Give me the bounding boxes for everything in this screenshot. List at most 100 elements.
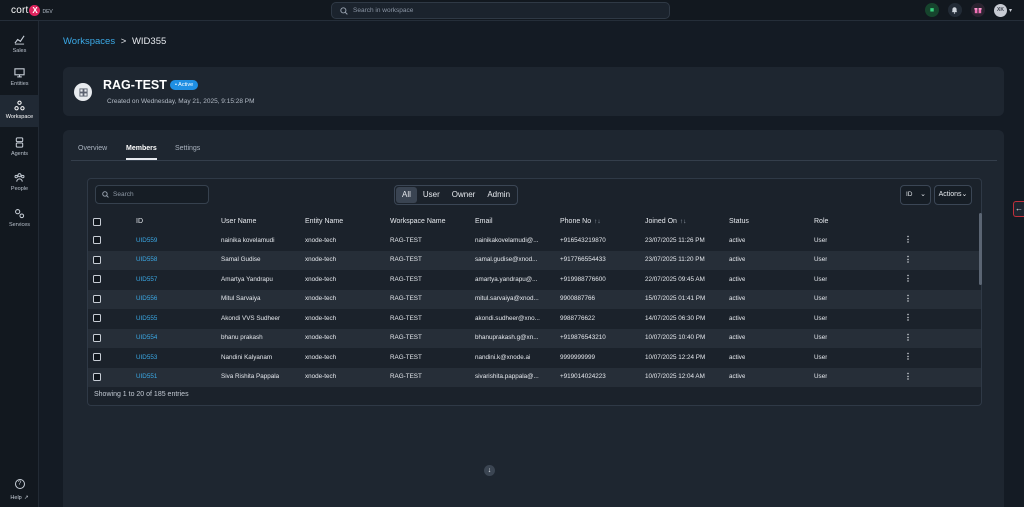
cell-email: bhanuprakash.g@xn...	[475, 334, 539, 341]
column-header-role[interactable]: Role	[814, 218, 828, 225]
cell-id[interactable]: UID557	[136, 276, 157, 283]
global-search-input[interactable]: Search in workspace	[331, 2, 670, 19]
table-row[interactable]: UID557 Amartya Yandrapu xnode-tech RAG-TEST…	[88, 270, 981, 290]
cell-id[interactable]: UID554	[136, 334, 157, 341]
column-header-entity-name[interactable]: Entity Name	[305, 218, 343, 225]
search-placeholder: Search in workspace	[353, 7, 414, 14]
people-icon	[14, 173, 25, 182]
cell-workspace-name: RAG-TEST	[390, 295, 422, 302]
tab-settings[interactable]: Settings	[175, 145, 200, 158]
cell-role: User	[814, 334, 828, 341]
cell-email: samal.gudise@xnod...	[475, 256, 538, 263]
row-menu-icon[interactable]: ⋮	[904, 294, 912, 303]
filter-admin[interactable]: Admin	[481, 187, 516, 203]
table-row[interactable]: UID558 Samal Gudise xnode-tech RAG-TEST sama…	[88, 250, 981, 270]
breadcrumb-workspaces-link[interactable]: Workspaces	[63, 36, 115, 47]
status-icon[interactable]: ■	[924, 3, 939, 17]
table-row[interactable]: UID556 Mitul Sarvaiya xnode-tech RAG-TEST mi…	[88, 289, 981, 309]
cell-entity-name: xnode-tech	[305, 295, 337, 302]
column-header-phone[interactable]: Phone No ↑↓	[560, 218, 601, 225]
row-checkbox[interactable]	[93, 236, 101, 244]
gift-icon[interactable]	[970, 3, 985, 17]
tab-members[interactable]: Members	[126, 145, 157, 160]
filter-owner[interactable]: Owner	[446, 187, 482, 203]
row-menu-icon[interactable]: ⋮	[904, 313, 912, 322]
scroll-down-button[interactable]: ↓	[484, 465, 495, 476]
row-menu-icon[interactable]: ⋮	[904, 333, 912, 342]
cell-id[interactable]: UID551	[136, 373, 157, 380]
table-row[interactable]: UID553 Nandini Kalyanam xnode-tech RAG-TEST…	[88, 348, 981, 368]
cell-joined-on: 22/07/2025 09:45 AM	[645, 275, 705, 283]
sidebar-item-services[interactable]: Services	[0, 203, 39, 235]
chevron-down-icon: ⌄	[961, 191, 968, 198]
column-header-workspace-name[interactable]: Workspace Name	[390, 218, 446, 225]
row-menu-icon[interactable]: ⋮	[904, 255, 912, 264]
sidebar-item-workspace[interactable]: Workspace	[0, 95, 39, 127]
cell-workspace-name: RAG-TEST	[390, 353, 422, 361]
breadcrumb: Workspaces > WID355	[63, 36, 166, 47]
cell-email: akondi.sudheer@xno...	[475, 314, 540, 322]
sort-icon[interactable]: ↑↓	[680, 218, 687, 225]
row-checkbox[interactable]	[93, 353, 101, 361]
row-checkbox[interactable]	[93, 333, 101, 342]
table-row[interactable]: UID555 Akondi VVS Sudheer xnode-tech RAG-TE…	[88, 309, 981, 329]
cell-phone: 9988776622	[560, 314, 596, 322]
actions-label: Actions	[938, 191, 962, 198]
cell-user-name: Samal Gudise	[221, 256, 261, 263]
scrollbar[interactable]	[979, 213, 982, 285]
row-menu-icon[interactable]: ⋮	[904, 352, 912, 361]
column-header-joined-on[interactable]: Joined On ↑↓	[645, 218, 686, 225]
table-row[interactable]: UID551 Siva Rishita Pappala xnode-tech RAG-…	[88, 367, 981, 387]
app-logo[interactable]: cort X DEV	[11, 4, 53, 16]
cell-workspace-name: RAG-TEST	[390, 275, 422, 283]
sidebar-item-people[interactable]: People	[0, 167, 39, 199]
column-header-email[interactable]: Email	[475, 218, 493, 225]
column-header-id[interactable]: ID	[136, 218, 143, 225]
help-link[interactable]: ? Help ↗	[0, 479, 39, 501]
cell-id[interactable]: UID558	[136, 256, 157, 263]
row-checkbox[interactable]	[93, 275, 101, 283]
column-header-user-name[interactable]: User Name	[221, 218, 256, 225]
cell-role: User	[814, 236, 828, 244]
cell-workspace-name: RAG-TEST	[390, 256, 422, 263]
sidebar-item-agents[interactable]: Agents	[0, 132, 39, 164]
cell-id[interactable]: UID556	[136, 295, 157, 302]
row-menu-icon[interactable]: ⋮	[904, 235, 912, 244]
sidebar-item-label: Services	[8, 222, 31, 228]
sidebar-item-sales[interactable]: Sales	[0, 29, 39, 61]
sidebar-item-entities[interactable]: Entities	[0, 62, 39, 94]
tab-overview[interactable]: Overview	[78, 145, 107, 158]
cell-entity-name: xnode-tech	[305, 236, 337, 244]
row-checkbox[interactable]	[93, 372, 101, 381]
row-checkbox[interactable]	[93, 294, 101, 303]
cell-joined-on: 10/07/2025 12:24 PM	[645, 353, 706, 361]
row-menu-icon[interactable]: ⋮	[904, 372, 912, 381]
row-checkbox[interactable]	[93, 255, 101, 264]
sidebar-item-label: People	[10, 186, 29, 192]
cell-id[interactable]: UID559	[136, 237, 157, 244]
cell-id[interactable]: UID553	[136, 354, 157, 361]
column-header-status[interactable]: Status	[729, 218, 749, 225]
tab-bar: Overview Members Settings	[71, 141, 997, 161]
bell-icon[interactable]	[947, 3, 962, 17]
cell-status: active	[729, 295, 746, 302]
cell-status: active	[729, 314, 746, 322]
cell-entity-name: xnode-tech	[305, 334, 337, 341]
filter-all[interactable]: All	[396, 187, 417, 203]
sort-icon[interactable]: ↑↓	[594, 218, 601, 225]
cell-id[interactable]: UID555	[136, 315, 157, 322]
filter-user[interactable]: User	[417, 187, 446, 203]
table-search-input[interactable]: Search	[95, 185, 209, 204]
row-menu-icon[interactable]: ⋮	[904, 274, 912, 283]
actions-dropdown[interactable]: Actions⌄	[934, 185, 972, 205]
table-header: ID User Name Entity Name Workspace Name …	[88, 215, 981, 230]
select-all-checkbox[interactable]	[93, 218, 101, 226]
user-menu[interactable]: XK ▾	[993, 3, 1012, 17]
table-row[interactable]: UID554 bhanu prakash xnode-tech RAG-TEST bha…	[88, 328, 981, 348]
row-checkbox[interactable]	[93, 314, 101, 322]
cell-workspace-name: RAG-TEST	[390, 373, 422, 380]
panel-toggle-icon[interactable]: ←	[1013, 201, 1024, 217]
cell-user-name: Akondi VVS Sudheer	[221, 314, 281, 322]
table-row[interactable]: UID559 nainika kovelamudi xnode-tech RAG-TE…	[88, 231, 981, 251]
sort-field-select[interactable]: ID ⌄	[900, 185, 931, 205]
